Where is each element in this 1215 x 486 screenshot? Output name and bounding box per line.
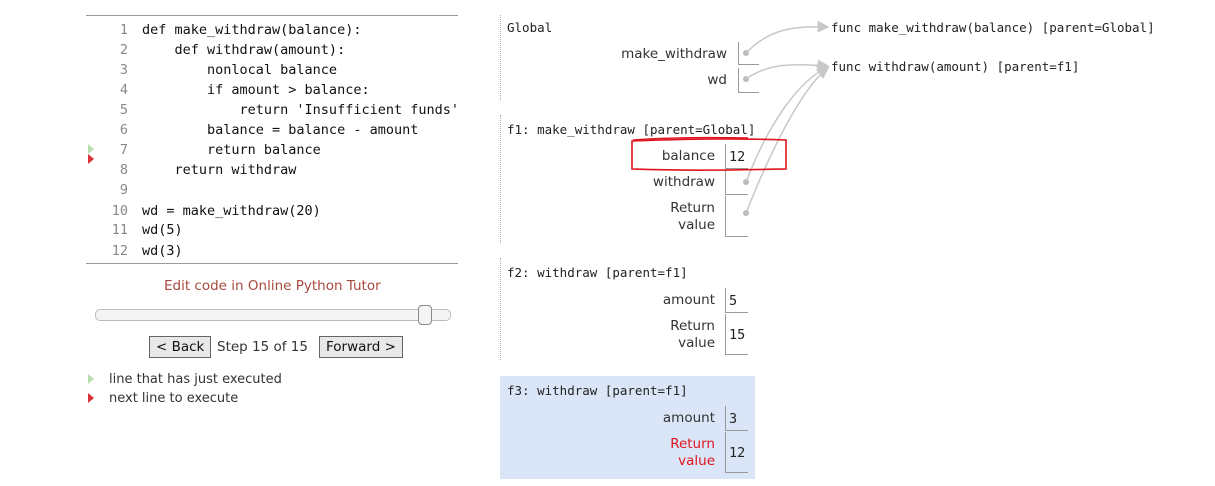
legend-green-arrow-icon (88, 374, 94, 384)
heap-func-make-withdraw: func make_withdraw(balance) [parent=Glob… (831, 20, 1155, 35)
line-number: 9 (119, 182, 128, 198)
edit-code-link[interactable]: Edit code in Online Python Tutor (164, 278, 381, 294)
frame-border (500, 115, 501, 243)
global-var-wd: wd (707, 72, 727, 88)
legend-next-line: next line to execute (109, 391, 239, 406)
line-text: if amount > balance: (142, 82, 370, 98)
f1-var-return-value: Return value (670, 200, 715, 233)
pointer-dot (743, 179, 749, 185)
red-annotation-underline (632, 136, 749, 141)
f3-var-return-value: Return value (670, 436, 715, 469)
forward-button[interactable]: Forward > (319, 336, 403, 358)
f3-frame-title: f3: withdraw [parent=f1] (507, 383, 688, 398)
f2-value-amount: 5 (729, 293, 738, 309)
legend-red-arrow-icon (88, 393, 94, 403)
code-top-border (86, 15, 458, 16)
pointer-dot (743, 210, 749, 216)
line-text: wd(3) (142, 243, 183, 259)
legend-just-executed: line that has just executed (109, 372, 282, 387)
pointer-dot (743, 50, 749, 56)
line-text: nonlocal balance (142, 62, 338, 78)
line-number: 12 (111, 243, 128, 259)
just-executed-arrow-icon (88, 144, 94, 154)
next-line-arrow-icon (88, 154, 94, 164)
frame-border (500, 258, 501, 360)
code-bottom-border (86, 263, 458, 264)
f1-frame-title: f1: make_withdraw [parent=Global] (507, 122, 756, 137)
step-slider-handle[interactable] (418, 305, 432, 325)
line-number: 8 (119, 162, 128, 178)
global-frame-title: Global (507, 20, 553, 35)
line-text: return balance (142, 142, 321, 158)
line-text: wd(5) (142, 222, 183, 238)
line-text: wd = make_withdraw(20) (142, 203, 321, 219)
line-number: 2 (119, 42, 128, 58)
line-number: 4 (119, 82, 128, 98)
line-number: 3 (119, 62, 128, 78)
global-var-make-withdraw: make_withdraw (621, 46, 727, 62)
f1-value-balance: 12 (729, 149, 746, 165)
f3-value-return-value: 12 (729, 445, 746, 461)
line-number: 7 (119, 142, 128, 158)
f1-cell-return-value (725, 196, 748, 237)
line-number: 1 (119, 22, 128, 38)
line-number: 5 (119, 102, 128, 118)
frame-border (500, 15, 501, 100)
line-number: 11 (111, 222, 128, 238)
line-text: balance = balance - amount (142, 122, 419, 138)
f2-value-return-value: 15 (729, 327, 746, 343)
line-text: return withdraw (142, 162, 297, 178)
line-text: return 'Insufficient funds' (142, 102, 459, 118)
step-counter: Step 15 of 15 (217, 339, 308, 355)
f2-frame-title: f2: withdraw [parent=f1] (507, 265, 688, 280)
f1-var-withdraw: withdraw (652, 174, 715, 190)
pointer-dot (743, 76, 749, 82)
line-text: def withdraw(amount): (142, 42, 346, 58)
f2-var-amount: amount (662, 292, 715, 308)
f2-var-return-value: Return value (670, 318, 715, 351)
step-slider-track[interactable] (95, 309, 451, 321)
line-number: 6 (119, 122, 128, 138)
f3-var-amount: amount (662, 410, 715, 426)
f1-var-balance: balance (661, 148, 715, 164)
line-number: 10 (111, 203, 128, 219)
line-text: def make_withdraw(balance): (142, 22, 362, 38)
back-button[interactable]: < Back (149, 336, 212, 358)
heap-func-withdraw: func withdraw(amount) [parent=f1] (831, 59, 1080, 74)
f3-value-amount: 3 (729, 411, 738, 427)
